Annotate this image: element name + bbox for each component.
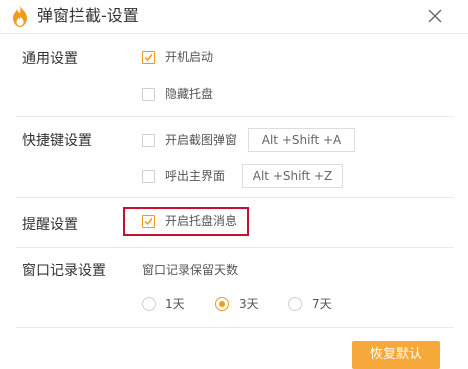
section-divider [16, 116, 454, 117]
section-divider [16, 197, 454, 198]
flame-icon [13, 6, 27, 27]
hotkey-field-screenshot[interactable]: Alt +Shift +A [248, 128, 355, 152]
section-label-reminder: 提醒设置 [22, 217, 78, 233]
section-divider [16, 327, 454, 328]
section-label-hotkeys: 快捷键设置 [22, 133, 92, 149]
window-title: 弹窗拦截-设置 [37, 6, 139, 25]
option-label-autostart: 开机启动 [165, 50, 214, 64]
checkbox-main-window[interactable] [142, 170, 155, 183]
radio-7-days[interactable] [288, 297, 302, 311]
checkbox-screenshot-popup[interactable] [142, 134, 155, 147]
section-label-records: 窗口记录设置 [22, 263, 106, 279]
section-label-general: 通用设置 [22, 51, 78, 67]
option-label-hide-tray: 隐藏托盘 [165, 87, 214, 101]
radio-selected-dot [219, 301, 225, 307]
checkbox-tray-message[interactable] [142, 215, 155, 228]
option-label-tray-message: 开启托盘消息 [165, 214, 238, 228]
hotkey-field-main-window[interactable]: Alt +Shift +Z [242, 164, 343, 188]
radio-label-3-days: 3天 [239, 297, 259, 311]
retention-days-label: 窗口记录保留天数 [142, 263, 239, 277]
close-icon[interactable] [423, 4, 447, 28]
checkbox-hide-tray[interactable] [142, 88, 155, 101]
title-divider [0, 33, 468, 34]
option-label-screenshot-popup: 开启截图弹窗 [165, 133, 238, 147]
section-divider [16, 247, 454, 248]
title-bar: 弹窗拦截-设置 [0, 0, 468, 33]
radio-label-7-days: 7天 [312, 297, 332, 311]
radio-3-days[interactable] [215, 297, 229, 311]
radio-label-1-day: 1天 [165, 297, 185, 311]
option-label-main-window: 呼出主界面 [165, 169, 226, 183]
checkmark-icon [144, 218, 153, 226]
radio-1-day[interactable] [142, 297, 156, 311]
checkmark-icon [144, 54, 153, 62]
checkbox-autostart[interactable] [142, 51, 155, 64]
